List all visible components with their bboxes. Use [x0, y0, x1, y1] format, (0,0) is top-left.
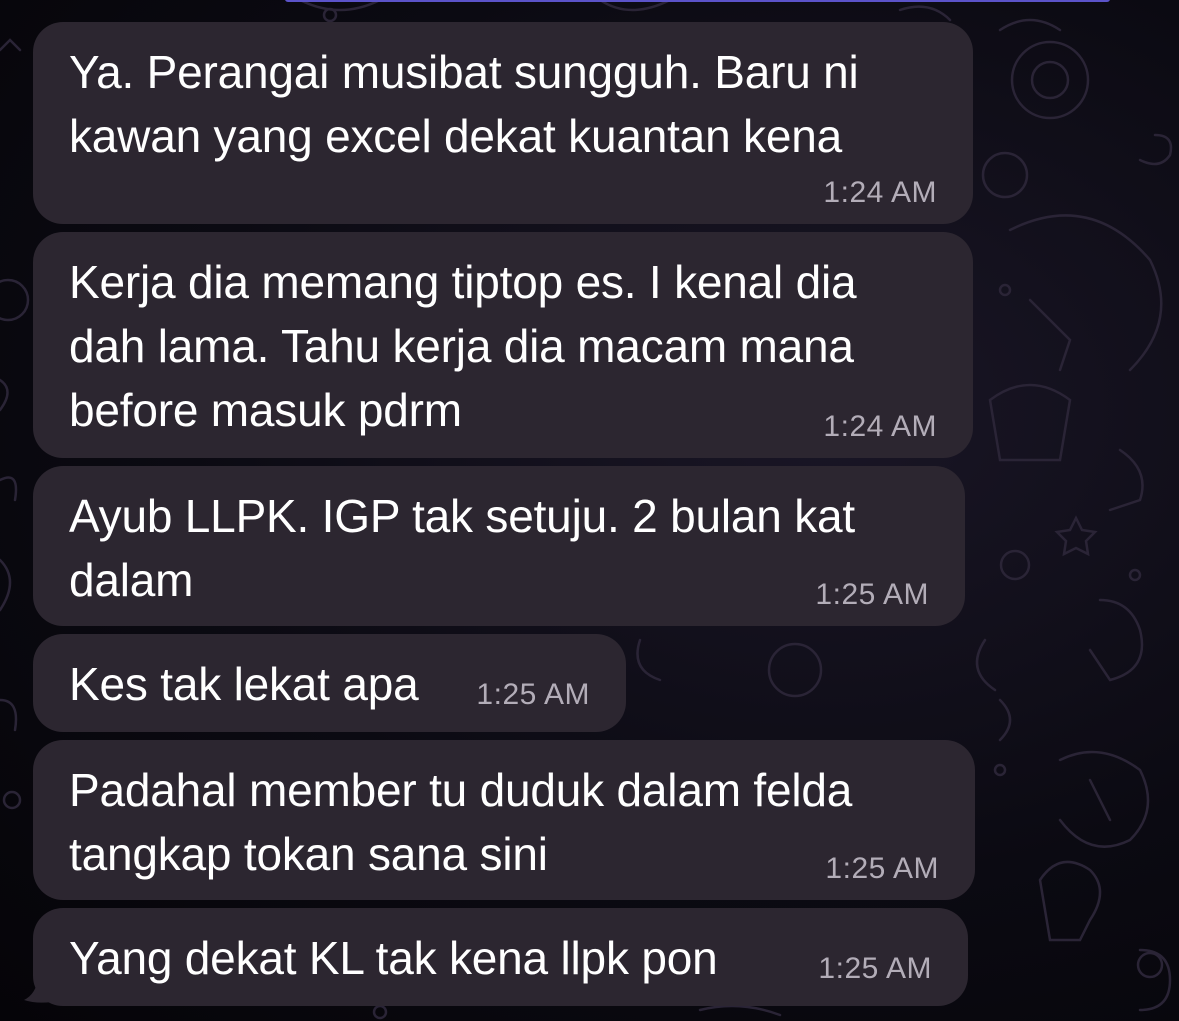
message-timestamp: 1:24 AM	[823, 410, 937, 443]
message-bubble[interactable]: Yang dekat KL tak kena llpk pon 1:25 AM	[33, 908, 968, 1006]
message-timestamp: 1:25 AM	[815, 578, 929, 611]
message-bubble[interactable]: Kes tak lekat apa 1:25 AM	[33, 634, 626, 732]
message-text: Kerja dia memang tiptop es. I kenal dia …	[69, 256, 857, 436]
message-text: Yang dekat KL tak kena llpk pon	[69, 932, 718, 984]
message-timestamp: 1:25 AM	[825, 852, 939, 885]
message-timestamp: 1:24 AM	[823, 176, 937, 209]
message-list[interactable]: Ya. Perangai musibat sungguh. Baru ni ka…	[0, 0, 1179, 1021]
message-bubble[interactable]: Ayub LLPK. IGP tak setuju. 2 bulan kat d…	[33, 466, 965, 626]
message-text: Padahal member tu duduk dalam felda tang…	[69, 764, 853, 880]
message-bubble[interactable]: Kerja dia memang tiptop es. I kenal dia …	[33, 232, 973, 458]
message-bubble[interactable]: Ya. Perangai musibat sungguh. Baru ni ka…	[33, 22, 973, 224]
message-timestamp: 1:25 AM	[818, 952, 932, 985]
message-text: Ya. Perangai musibat sungguh. Baru ni ka…	[69, 46, 859, 162]
bubble-tail	[24, 978, 52, 1003]
message-timestamp: 1:25 AM	[476, 678, 590, 711]
message-text: Ayub LLPK. IGP tak setuju. 2 bulan kat d…	[69, 490, 855, 606]
message-bubble[interactable]: Padahal member tu duduk dalam felda tang…	[33, 740, 975, 900]
